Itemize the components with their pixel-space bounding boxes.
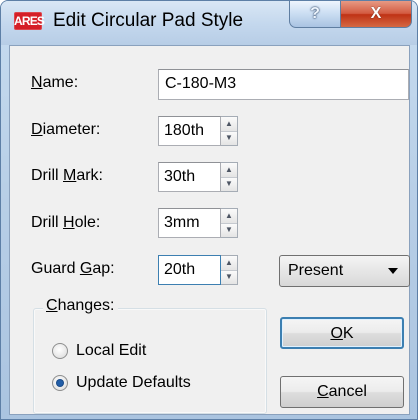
close-button[interactable]: X [340,1,412,28]
drill-mark-stepper[interactable]: 30th ▲ ▼ [158,162,238,192]
chevron-down-icon[interactable]: ▼ [221,223,237,237]
guard-gap-mode-value: Present [288,262,344,279]
drill-mark-label: Drill Mark: [31,166,103,186]
guard-gap-label-mnemonic: G [79,260,93,277]
drill-hole-stepper[interactable]: 3mm ▲ ▼ [158,208,238,238]
cancel-button[interactable]: Cancel [280,376,404,408]
diameter-spin-buttons[interactable]: ▲ ▼ [221,116,238,146]
chevron-down-icon[interactable]: ▼ [221,177,237,191]
chevron-up-icon[interactable]: ▲ [221,209,237,224]
update-defaults-radio[interactable]: Update Defaults [52,373,191,393]
local-edit-label: Local Edit [76,342,147,359]
chevron-down-icon[interactable]: ▼ [221,131,237,145]
guard-gap-label-rest: ap: [92,260,115,277]
drill-hole-label-rest: ole: [74,214,101,231]
guard-gap-label-prefix: Guard [31,260,80,277]
guard-gap-field[interactable]: 20th [158,255,221,285]
diameter-field[interactable]: 180th [158,116,221,146]
drill-mark-spin-buttons[interactable]: ▲ ▼ [221,162,238,192]
drill-hole-label-prefix: Drill [31,214,63,231]
diameter-label: Diameter: [31,120,100,140]
diameter-label-rest: iameter: [42,121,101,138]
diameter-label-mnemonic: D [31,121,43,138]
guard-gap-mode-select[interactable]: Present [279,255,410,287]
dialog-window: ARES Edit Circular Pad Style ? X Name: C… [0,0,418,420]
dialog-content: Name: C-180-M3 Diameter: 180th ▲ ▼ Drill… [9,45,410,415]
update-defaults-radio-button[interactable] [52,375,68,391]
changes-group [33,308,267,414]
close-icon: X [370,5,382,22]
chevron-up-icon[interactable]: ▲ [221,163,237,178]
dropdown-arrow-icon [388,268,398,274]
ok-button-mnemonic: O [330,325,343,342]
local-edit-radio-button[interactable] [52,343,68,359]
name-field[interactable]: C-180-M3 [158,69,409,100]
drill-hole-field[interactable]: 3mm [158,208,221,238]
guard-gap-label: Guard Gap: [31,259,115,279]
changes-label-mnemonic: C [46,297,58,314]
ok-button-rest: K [342,325,354,342]
update-defaults-label: Update Defaults [76,374,191,391]
drill-mark-label-prefix: Drill [31,167,63,184]
drill-hole-label: Drill Hole: [31,213,100,233]
name-label-rest: ame: [42,74,79,91]
guard-gap-stepper[interactable]: 20th ▲ ▼ [158,255,238,285]
diameter-stepper[interactable]: 180th ▲ ▼ [158,116,238,146]
drill-hole-label-mnemonic: H [63,214,75,231]
drill-mark-label-rest: ark: [76,167,103,184]
help-icon: ? [310,5,320,22]
drill-mark-field[interactable]: 30th [158,162,221,192]
ok-button[interactable]: OK [280,317,404,349]
changes-group-label: Changes: [43,296,118,316]
guard-gap-spin-buttons[interactable]: ▲ ▼ [221,255,238,285]
chevron-up-icon[interactable]: ▲ [221,256,237,271]
drill-mark-label-mnemonic: M [63,167,77,184]
cancel-button-mnemonic: C [317,383,329,400]
caption-buttons: ? X [272,1,412,29]
window-title: Edit Circular Pad Style [53,10,244,31]
changes-label-rest: hanges: [57,297,115,314]
help-button[interactable]: ? [289,1,341,28]
name-label: Name: [31,73,78,93]
chevron-up-icon[interactable]: ▲ [221,117,237,132]
ares-icon: ARES [14,12,45,30]
cancel-button-rest: ancel [328,383,367,400]
title-bar[interactable]: ARES Edit Circular Pad Style ? X [1,1,417,45]
drill-hole-spin-buttons[interactable]: ▲ ▼ [221,208,238,238]
chevron-down-icon[interactable]: ▼ [221,270,237,284]
name-label-mnemonic: N [31,74,43,91]
local-edit-radio[interactable]: Local Edit [52,341,146,361]
